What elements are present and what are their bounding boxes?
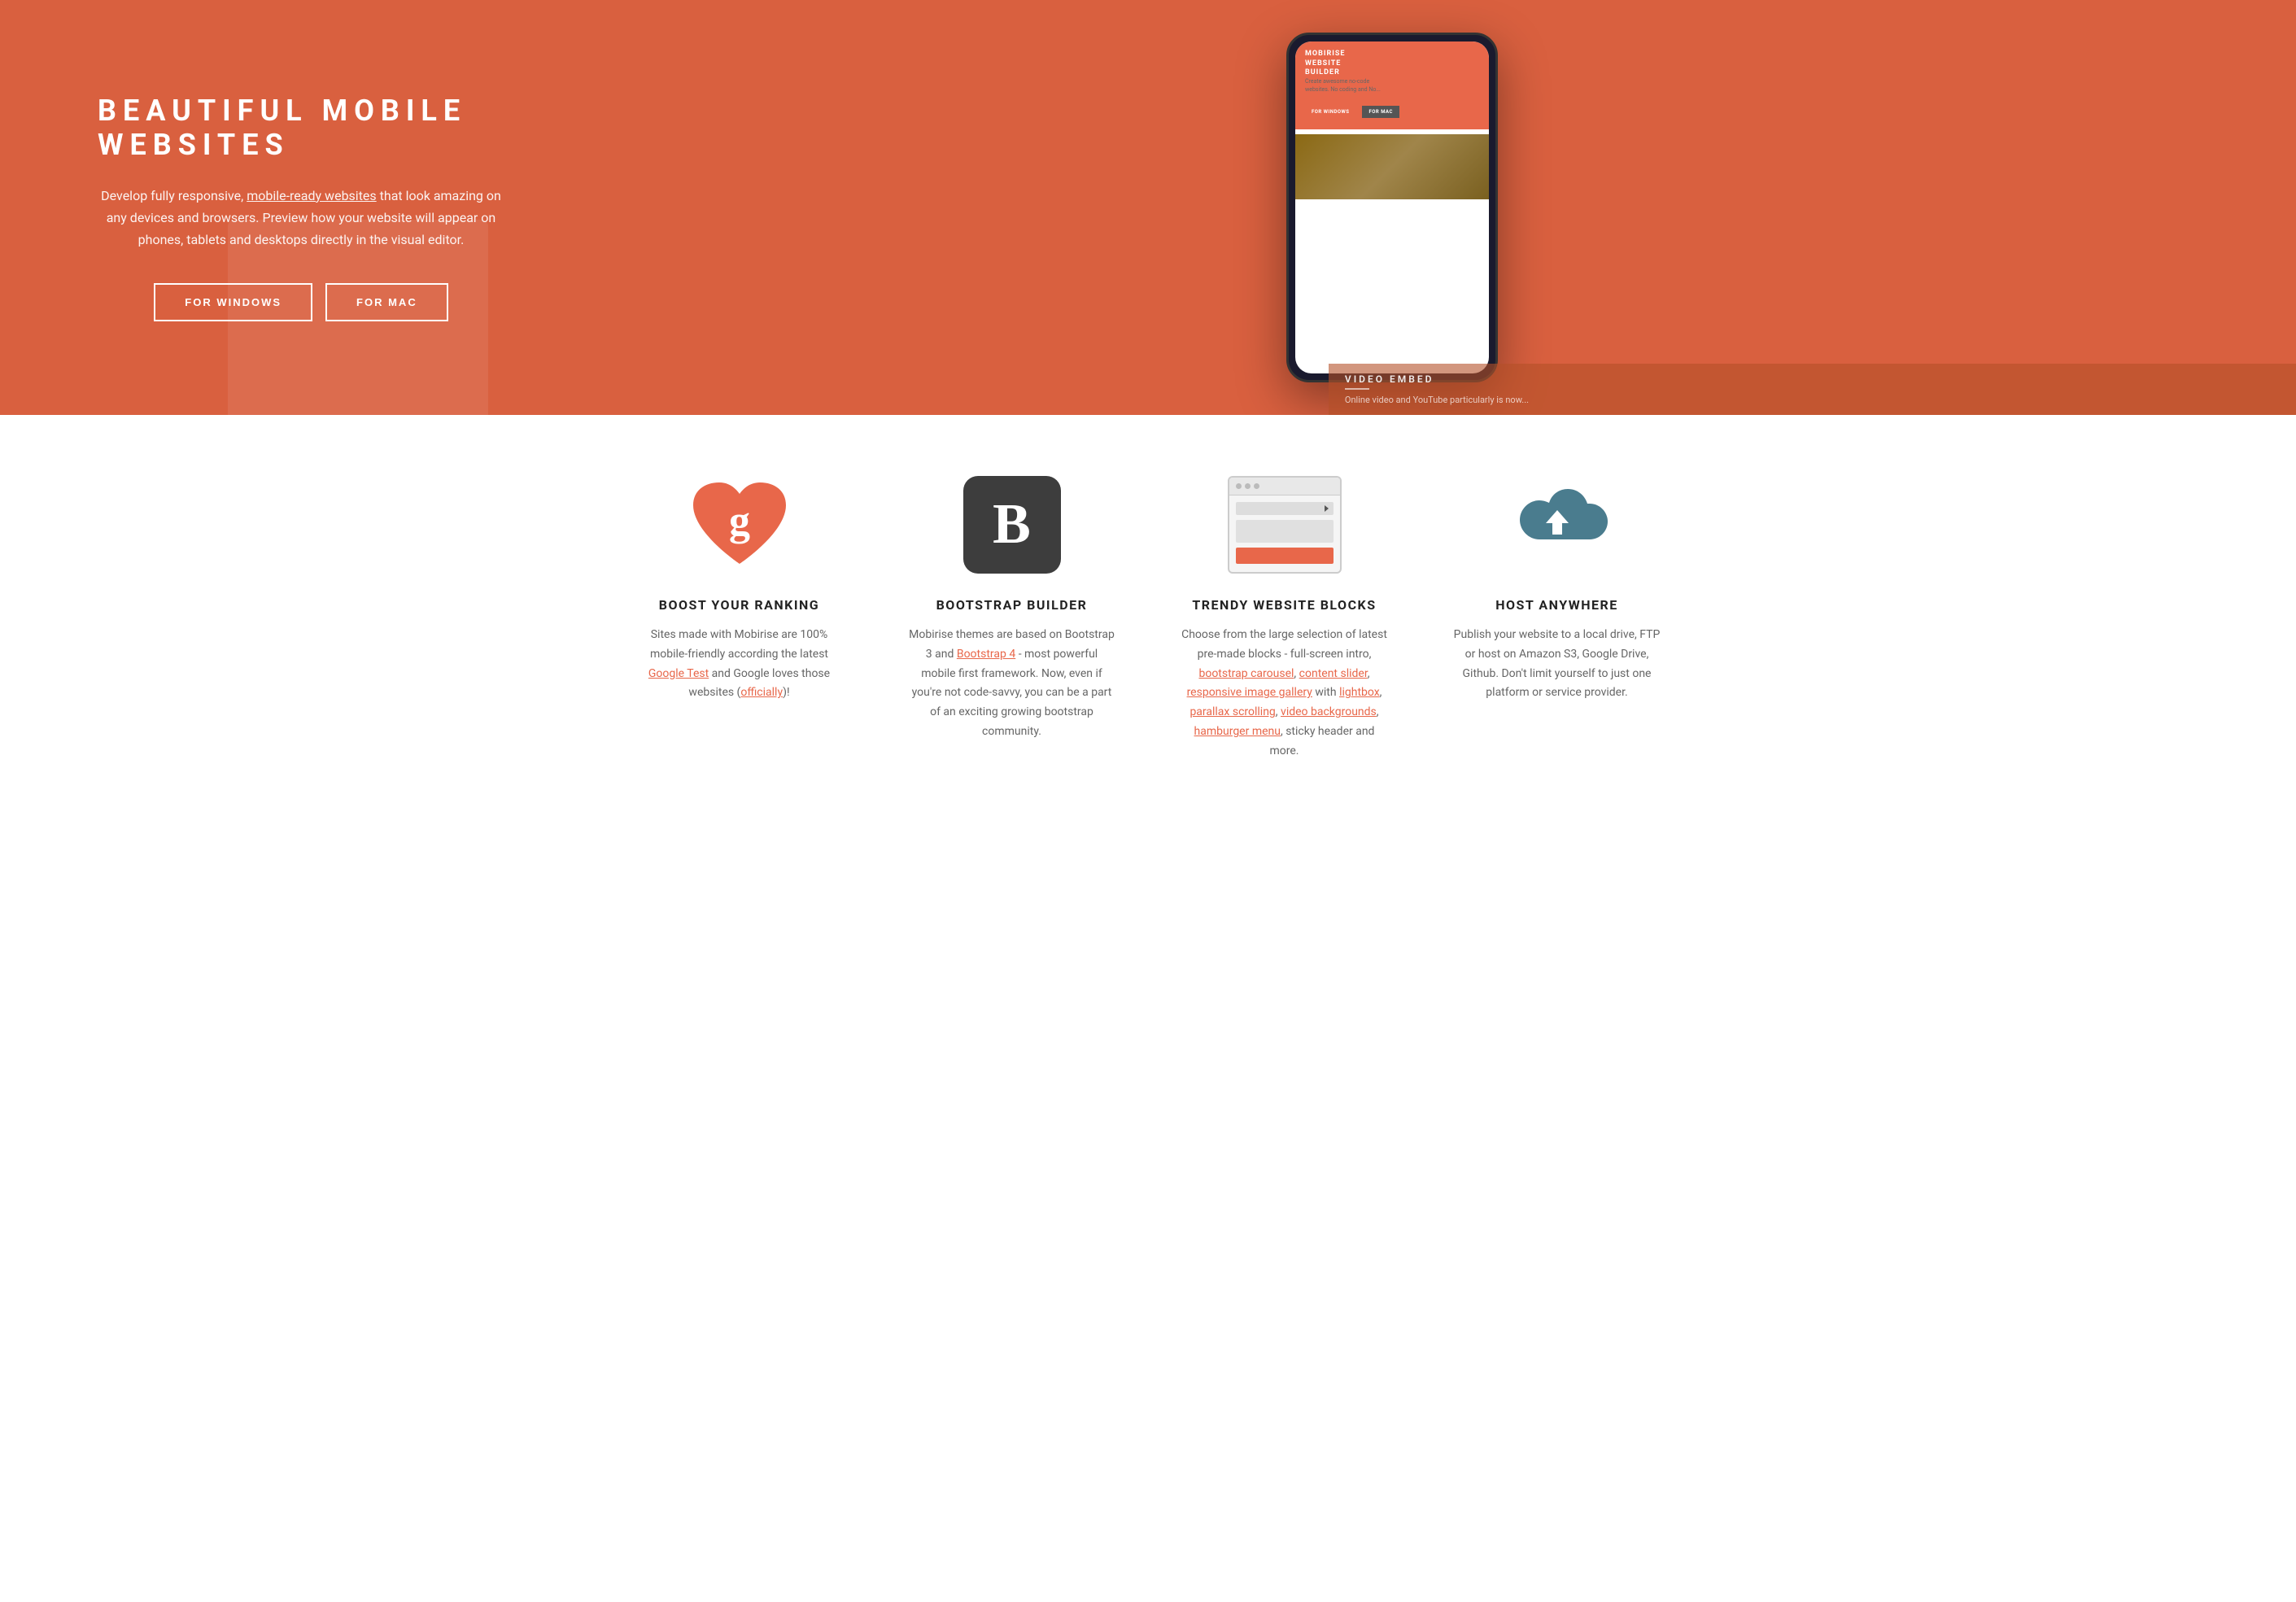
features-section: g BOOST YOUR RANKING Sites made with Mob… bbox=[0, 415, 2296, 810]
bootstrap-desc: Mobirise themes are based on Bootstrap 3… bbox=[908, 626, 1115, 742]
phone-btn-windows: FOR WINDOWS bbox=[1305, 106, 1355, 118]
video-bg-link[interactable]: video backgrounds bbox=[1281, 705, 1377, 718]
video-embed-desc: Online video and YouTube particularly is… bbox=[1345, 395, 2280, 405]
feature-trendy: TRENDY WEBSITE BLOCKS Choose from the la… bbox=[1164, 472, 1404, 762]
host-icon-wrap bbox=[1453, 472, 1661, 578]
parallax-link[interactable]: parallax scrolling bbox=[1189, 705, 1275, 718]
browser-cursor bbox=[1325, 505, 1329, 512]
browser-bar bbox=[1229, 478, 1340, 495]
bootstrap4-link[interactable]: Bootstrap 4 bbox=[957, 648, 1015, 661]
boost-icon-wrap: g bbox=[635, 472, 843, 578]
browser-nav-bar bbox=[1236, 502, 1334, 515]
trendy-icon-wrap bbox=[1181, 472, 1388, 578]
bootstrap-icon-wrap: B bbox=[908, 472, 1115, 578]
browser-block2 bbox=[1236, 548, 1334, 564]
video-embed-label: VIDEO EMBED bbox=[1345, 373, 2280, 385]
host-title: HOST ANYWHERE bbox=[1453, 597, 1661, 613]
heart-google-icon: g bbox=[687, 476, 792, 574]
mobile-ready-link[interactable]: mobile-ready websites bbox=[247, 188, 376, 203]
bootstrap-b-icon: B bbox=[963, 476, 1061, 574]
officially-link[interactable]: officially bbox=[740, 686, 783, 699]
browser-dot-2 bbox=[1245, 483, 1251, 489]
feature-bootstrap: B BOOTSTRAP BUILDER Mobirise themes are … bbox=[892, 472, 1132, 762]
phone-screen-title: MOBIRISEWEBSITEBUILDER bbox=[1305, 50, 1479, 78]
svg-text:g: g bbox=[729, 498, 750, 544]
browser-content bbox=[1229, 495, 1340, 570]
hero-buttons: FOR WINDOWS FOR MAC bbox=[98, 283, 504, 321]
boost-desc: Sites made with Mobirise are 100% mobile… bbox=[635, 626, 843, 703]
bootstrap-title: BOOTSTRAP BUILDER bbox=[908, 597, 1115, 613]
browser-dot-3 bbox=[1254, 483, 1259, 489]
browser-blocks-icon bbox=[1228, 476, 1342, 574]
windows-button[interactable]: FOR WINDOWS bbox=[154, 283, 312, 321]
content-slider-link[interactable]: content slider bbox=[1299, 667, 1368, 680]
boost-title: BOOST YOUR RANKING bbox=[635, 597, 843, 613]
phone-mockup: MOBIRISEWEBSITEBUILDER Create awesome no… bbox=[1286, 33, 1498, 382]
phone-screen: MOBIRISEWEBSITEBUILDER Create awesome no… bbox=[1295, 41, 1489, 373]
hero-section: BEAUTIFUL MOBILE WEBSITES Develop fully … bbox=[0, 0, 2296, 415]
cloud-upload-icon bbox=[1500, 476, 1614, 574]
browser-block1 bbox=[1236, 520, 1334, 543]
hero-description: Develop fully responsive, mobile-ready w… bbox=[98, 185, 504, 251]
google-test-link[interactable]: Google Test bbox=[648, 667, 709, 680]
feature-boost: g BOOST YOUR RANKING Sites made with Mob… bbox=[619, 472, 859, 762]
image-gallery-link[interactable]: responsive image gallery bbox=[1187, 686, 1312, 699]
video-embed-line bbox=[1345, 388, 1369, 390]
phone-screen-subtitle: Create awesome no-codewebsites. No codin… bbox=[1305, 78, 1479, 94]
trendy-desc: Choose from the large selection of lates… bbox=[1181, 626, 1388, 762]
lightbox-link[interactable]: lightbox bbox=[1339, 686, 1380, 699]
mac-button[interactable]: FOR MAC bbox=[325, 283, 448, 321]
hero-content: BEAUTIFUL MOBILE WEBSITES Develop fully … bbox=[0, 45, 537, 371]
browser-dot-1 bbox=[1236, 483, 1242, 489]
features-grid: g BOOST YOUR RANKING Sites made with Mob… bbox=[619, 472, 1677, 762]
trendy-title: TRENDY WEBSITE BLOCKS bbox=[1181, 597, 1388, 613]
video-embed-strip: VIDEO EMBED Online video and YouTube par… bbox=[1329, 364, 2296, 415]
host-desc: Publish your website to a local drive, F… bbox=[1453, 626, 1661, 703]
hero-image-area: MOBIRISEWEBSITEBUILDER Create awesome no… bbox=[537, 0, 2296, 415]
phone-btn-mac: FOR MAC bbox=[1362, 106, 1399, 118]
hero-title: BEAUTIFUL MOBILE WEBSITES bbox=[98, 94, 504, 162]
carousel-link[interactable]: bootstrap carousel bbox=[1198, 667, 1294, 680]
phone-screen-image bbox=[1295, 134, 1489, 199]
phone-screen-header: MOBIRISEWEBSITEBUILDER Create awesome no… bbox=[1295, 41, 1489, 129]
feature-host: HOST ANYWHERE Publish your website to a … bbox=[1437, 472, 1677, 762]
hamburger-link[interactable]: hamburger menu bbox=[1194, 725, 1281, 738]
